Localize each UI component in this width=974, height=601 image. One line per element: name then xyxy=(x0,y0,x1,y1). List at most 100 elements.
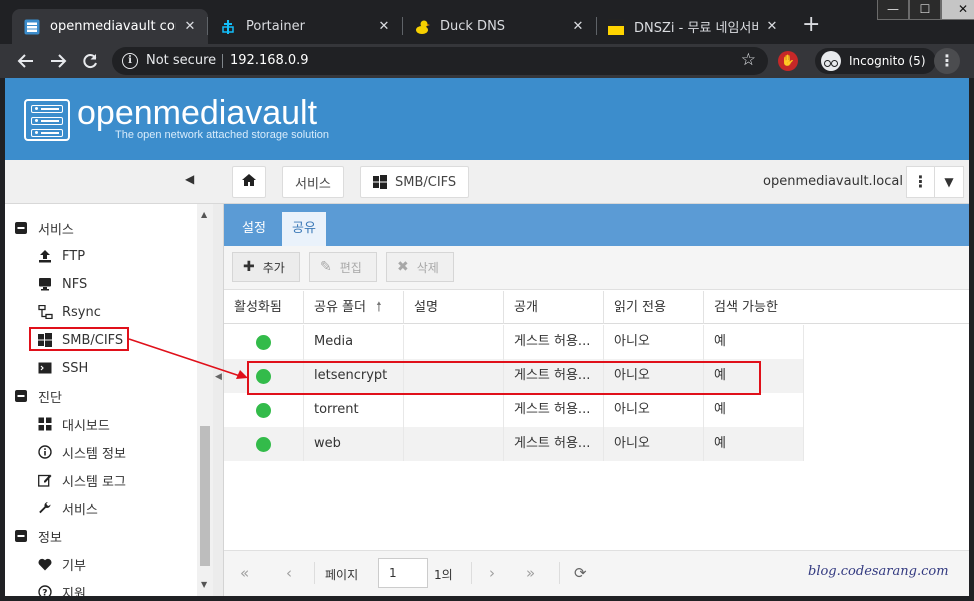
scroll-thumb[interactable] xyxy=(200,426,210,566)
column-header-browseable[interactable]: 검색 가능한 xyxy=(704,291,969,324)
public-cell: 게스트 허용... xyxy=(504,427,604,461)
sidebar-item-system-info[interactable]: 시스템 정보 xyxy=(37,438,126,466)
sort-ascending-icon: 🠕 xyxy=(376,300,382,315)
shared-folder-cell: torrent xyxy=(304,393,404,427)
sidebar-item-ftp[interactable]: FTP xyxy=(37,242,85,270)
incognito-label: Incognito (5) xyxy=(849,54,926,68)
sidebar-item-ssh[interactable]: SSH xyxy=(37,354,88,382)
table-row[interactable]: torrent 게스트 허용... 아니오 예 xyxy=(224,393,804,427)
back-arrow-icon[interactable] xyxy=(15,50,37,72)
omv-title: openmediavault xyxy=(77,94,318,132)
table-header: 활성화됨 공유 폴더 🠕 설명 공개 읽기 전용 검색 가능한 xyxy=(224,291,969,324)
close-tab-icon[interactable]: ✕ xyxy=(182,19,198,34)
url-text: 192.168.0.9 xyxy=(230,53,309,68)
pagination-bar: « ‹ 페이지 1 1의 › » ⟳ blog.codesarang.com xyxy=(224,550,969,596)
sidebar-item-rsync[interactable]: Rsync xyxy=(37,298,101,326)
incognito-badge[interactable]: Incognito (5) xyxy=(815,48,936,74)
collapse-sidebar-icon[interactable]: ◀ xyxy=(185,172,194,186)
scroll-up-icon[interactable]: ▲ xyxy=(201,210,207,219)
sidebar-group-info[interactable]: 정보 xyxy=(13,522,62,550)
browseable-cell: 예 xyxy=(704,325,804,359)
watermark-text: blog.codesarang.com xyxy=(808,564,949,579)
column-header-read-only[interactable]: 읽기 전용 xyxy=(604,291,704,324)
add-label: 추가 xyxy=(262,260,285,275)
collapse-arrow-icon[interactable]: ◀ xyxy=(215,372,222,382)
sidebar-item-dashboard[interactable]: 대시보드 xyxy=(37,410,110,438)
new-tab-button[interactable]: + xyxy=(802,14,820,36)
duck-favicon-icon xyxy=(414,19,430,35)
column-header-comment[interactable]: 설명 xyxy=(404,291,504,324)
refresh-icon[interactable]: ⟳ xyxy=(574,564,587,582)
tab-title: Duck DNS xyxy=(440,19,506,34)
close-tab-icon[interactable]: ✕ xyxy=(570,19,586,34)
browser-tab-portainer[interactable]: Portainer ✕ xyxy=(208,9,402,44)
edit-label: 편집 xyxy=(339,260,362,275)
sidebar-group-services[interactable]: 서비스 xyxy=(13,214,74,242)
sidebar-item-nfs[interactable]: NFS xyxy=(37,270,87,298)
table-row[interactable]: Media 게스트 허용... 아니오 예 xyxy=(224,325,804,359)
public-cell: 게스트 허용... xyxy=(504,325,604,359)
kebab-menu-icon[interactable]: ⋮ xyxy=(907,167,935,197)
sidebar-item-label: 시스템 정보 xyxy=(62,446,126,462)
column-label: 공유 폴더 xyxy=(314,300,366,315)
minus-square-icon xyxy=(13,390,29,402)
tab-settings[interactable]: 설정 xyxy=(232,212,276,246)
sidebar-scrollbar[interactable]: ▲ ▼ xyxy=(197,204,213,596)
sidebar-item-donate[interactable]: 기부 xyxy=(37,550,86,578)
address-bar[interactable]: i Not secure 192.168.0.9 ☆ xyxy=(112,47,768,75)
question-circle-icon: ? xyxy=(37,585,53,596)
panel-splitter[interactable]: ◀ xyxy=(213,204,224,596)
omv-header: openmediavault The open network attached… xyxy=(5,78,969,160)
sidebar-item-label: Rsync xyxy=(62,304,101,320)
home-button[interactable] xyxy=(232,166,266,198)
breadcrumb-smb-cifs[interactable]: SMB/CIFS xyxy=(360,166,470,198)
bookmark-star-icon[interactable]: ☆ xyxy=(741,50,756,70)
first-page-icon[interactable]: « xyxy=(240,564,249,582)
window-close-button[interactable]: ✕ xyxy=(941,0,974,20)
browser-tab-duckdns[interactable]: Duck DNS ✕ xyxy=(402,9,596,44)
last-page-icon[interactable]: » xyxy=(526,564,535,582)
browser-tab-openmediavault[interactable]: openmediavault control ✕ xyxy=(12,9,208,44)
browser-menu-icon[interactable]: ⋮ xyxy=(934,48,960,74)
next-page-icon[interactable]: › xyxy=(489,564,495,582)
action-toolbar: ✚ 추가 ✎ 편집 ✖ 삭제 xyxy=(224,246,969,290)
close-tab-icon[interactable]: ✕ xyxy=(764,19,780,34)
home-icon xyxy=(241,173,257,191)
previous-page-icon[interactable]: ‹ xyxy=(286,564,292,582)
reload-icon[interactable] xyxy=(79,50,101,72)
column-header-enabled[interactable]: 활성화됨 xyxy=(224,291,304,324)
portainer-favicon-icon xyxy=(220,19,236,35)
sidebar-group-diagnostics[interactable]: 진단 xyxy=(13,382,62,410)
browser-tab-dnszi[interactable]: DNSZi - 무료 네임서버(d ✕ xyxy=(596,9,790,44)
browseable-cell: 예 xyxy=(704,427,804,461)
table-row[interactable]: web 게스트 허용... 아니오 예 xyxy=(224,427,804,461)
shared-folder-cell: Media xyxy=(304,325,404,359)
page-number-input[interactable]: 1 xyxy=(378,558,428,588)
breadcrumb-services[interactable]: 서비스 xyxy=(282,166,344,198)
sidebar-item-diag-services[interactable]: 서비스 xyxy=(37,494,98,522)
minimize-button[interactable]: — xyxy=(877,0,909,20)
forward-arrow-icon[interactable] xyxy=(47,50,69,72)
scroll-down-icon[interactable]: ▼ xyxy=(201,580,207,589)
extension-hand-icon[interactable]: ✋ xyxy=(778,51,798,71)
header-menu[interactable]: ⋮ ▼ xyxy=(906,166,964,198)
browseable-cell: 예 xyxy=(704,393,804,427)
delete-button[interactable]: ✖ 삭제 xyxy=(386,252,454,282)
sidebar-item-label: 서비스 xyxy=(38,222,74,238)
enabled-cell xyxy=(224,427,304,461)
edit-button[interactable]: ✎ 편집 xyxy=(309,252,377,282)
caret-down-icon[interactable]: ▼ xyxy=(935,167,963,197)
sidebar-item-label: SSH xyxy=(62,360,89,376)
status-dot-icon xyxy=(256,437,271,452)
security-label: Not secure xyxy=(146,53,217,68)
info-icon[interactable]: i xyxy=(122,53,138,69)
column-header-public[interactable]: 공개 xyxy=(504,291,604,324)
maximize-button[interactable]: ☐ xyxy=(909,0,941,20)
column-header-shared-folder[interactable]: 공유 폴더 🠕 xyxy=(304,291,404,324)
sidebar-item-support[interactable]: ? 지원 xyxy=(37,578,86,596)
info-circle-icon xyxy=(37,445,53,459)
tab-shares[interactable]: 공유 xyxy=(282,212,326,246)
sidebar-item-system-log[interactable]: 시스템 로그 xyxy=(37,466,126,494)
close-tab-icon[interactable]: ✕ xyxy=(376,19,392,34)
add-button[interactable]: ✚ 추가 xyxy=(232,252,300,282)
